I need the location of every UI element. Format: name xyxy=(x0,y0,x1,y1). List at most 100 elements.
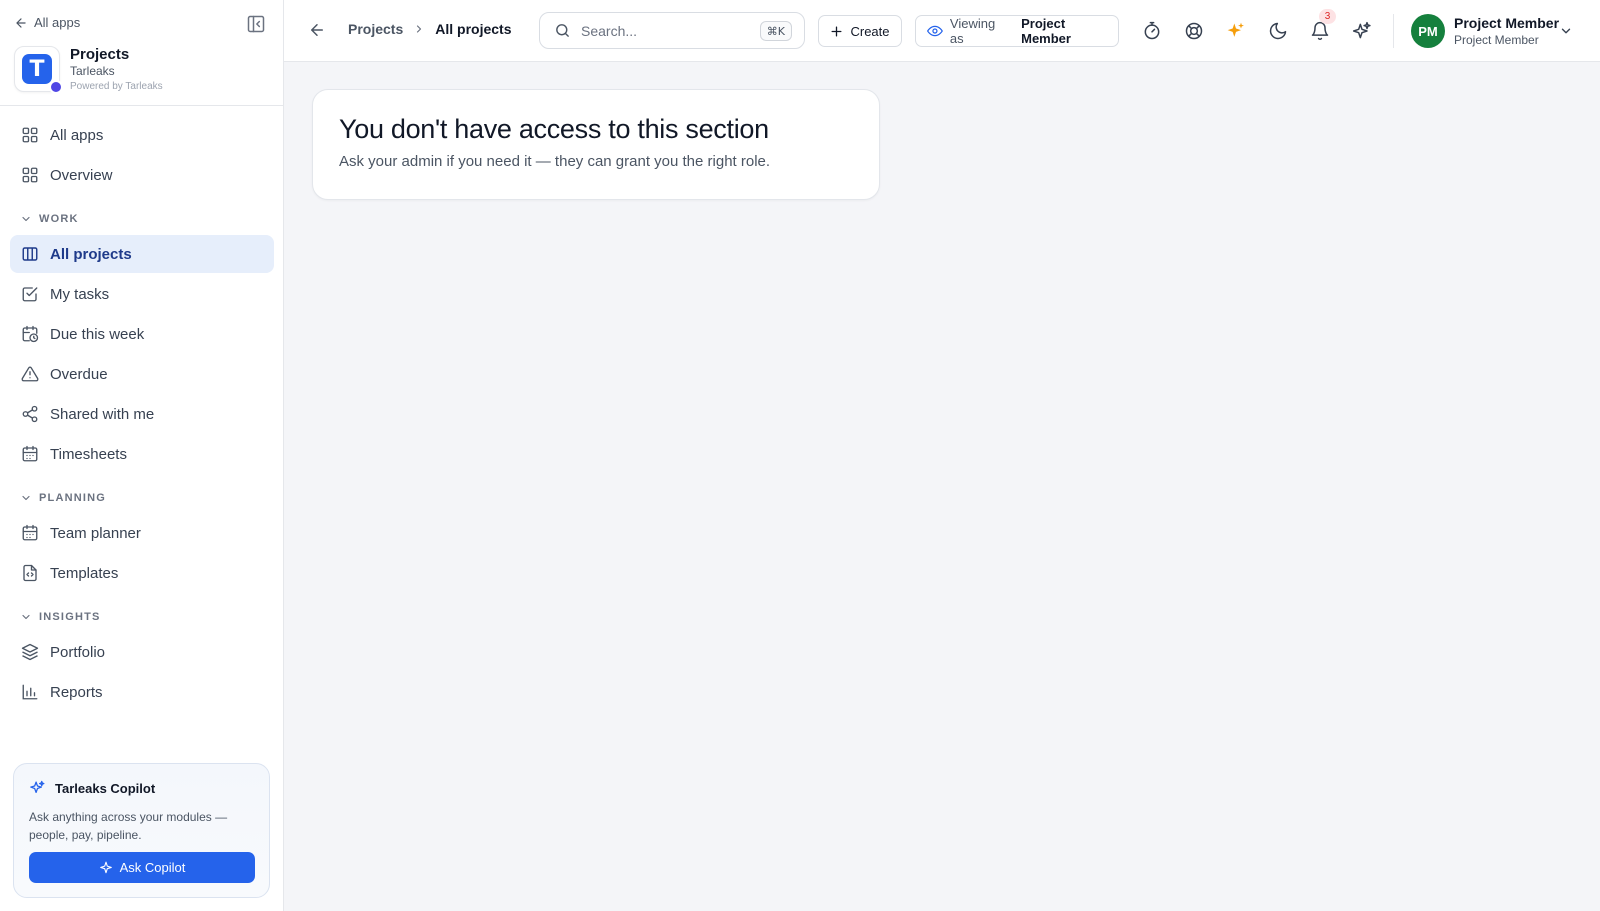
sparkles-icon xyxy=(1227,22,1244,37)
chevron-down-icon xyxy=(1561,28,1571,34)
help-button[interactable] xyxy=(1184,21,1204,41)
sidebar-item-overview[interactable]: Overview xyxy=(10,156,274,194)
sidebar-item-label: Portfolio xyxy=(50,643,106,661)
arrow-left-icon xyxy=(311,24,323,36)
app-logo-letter: T xyxy=(22,54,52,84)
sidebar-item-label: Templates xyxy=(50,564,119,582)
layers-icon xyxy=(21,643,39,661)
bell-icon xyxy=(1311,21,1329,41)
sidebar-item-all-apps[interactable]: All apps xyxy=(10,116,274,154)
sidebar-divider xyxy=(0,105,283,106)
section-title: WORK xyxy=(39,213,79,225)
calendar-clock-icon xyxy=(22,325,39,343)
ask-copilot-button[interactable]: Ask Copilot xyxy=(29,852,255,883)
stopwatch-icon xyxy=(1144,21,1160,40)
sidebar-item-label: Timesheets xyxy=(50,445,127,463)
grid-icon xyxy=(22,167,38,183)
arrow-left-icon xyxy=(16,17,26,28)
collapse-sidebar-button[interactable] xyxy=(246,14,266,34)
topbar-divider xyxy=(1393,14,1394,48)
file-code-icon xyxy=(23,564,37,582)
section-header-work[interactable]: WORK xyxy=(20,213,79,225)
sidebar-item-my-tasks[interactable]: My tasks xyxy=(10,275,274,313)
user-name[interactable]: Project Member xyxy=(1454,15,1559,32)
app-title: Projects xyxy=(70,46,130,63)
search-box[interactable]: ⌘K xyxy=(539,12,805,49)
breadcrumb: Projects All projects xyxy=(348,21,512,37)
plus-icon xyxy=(832,26,842,36)
search-icon xyxy=(556,24,569,37)
create-label: Create xyxy=(850,23,890,39)
sidebar-collapse-icon xyxy=(247,15,265,33)
page-subtitle: Ask your admin if you need it — they can… xyxy=(339,153,771,170)
dark-mode-toggle[interactable] xyxy=(1268,21,1288,41)
chevron-down-icon xyxy=(22,216,30,222)
sidebar-item-label: Reports xyxy=(50,683,103,701)
notification-count-badge: 3 xyxy=(1319,9,1336,24)
sidebar-item-label: All apps xyxy=(50,126,104,144)
chevron-down-icon xyxy=(22,495,30,501)
user-role: Project Member xyxy=(1454,33,1539,47)
app-logo: T xyxy=(14,46,63,94)
sidebar-item-team-planner[interactable]: Team planner xyxy=(10,514,274,552)
section-header-planning[interactable]: PLANNING xyxy=(20,492,106,504)
back-to-all-apps-label: All apps xyxy=(34,15,81,30)
copilot-description: Ask anything across your modules — peopl… xyxy=(29,810,228,842)
ai-sparkle-button[interactable] xyxy=(1226,21,1246,41)
sidebar-item-label: Due this week xyxy=(50,325,145,343)
section-title: PLANNING xyxy=(39,492,107,504)
lifebuoy-icon xyxy=(1185,22,1203,40)
sparkles-icon xyxy=(30,780,45,794)
sidebar-item-label: Overdue xyxy=(50,365,108,383)
topbar: Projects All projects ⌘K Create Viewing … xyxy=(284,0,1600,62)
create-button[interactable]: Create xyxy=(818,15,902,47)
notifications-button[interactable] xyxy=(1310,21,1330,41)
search-input[interactable] xyxy=(581,22,751,39)
avatar[interactable]: PM xyxy=(1411,14,1445,48)
grid-icon xyxy=(22,127,38,143)
sidebar-item-reports[interactable]: Reports xyxy=(10,673,274,711)
sidebar-item-label: Team planner xyxy=(50,524,141,542)
app-brand: T Projects Tarleaks Powered by Tarleaks xyxy=(14,46,163,94)
breadcrumb-current: All projects xyxy=(435,21,512,37)
sidebar-item-portfolio[interactable]: Portfolio xyxy=(10,633,274,671)
back-to-all-apps-link[interactable]: All apps xyxy=(14,15,80,30)
sidebar-item-label: Overview xyxy=(50,166,113,184)
viewing-as-prefix: Viewing as xyxy=(949,16,996,46)
app-logo-badge xyxy=(49,80,63,94)
back-button[interactable] xyxy=(308,21,326,39)
checkbox-icon xyxy=(22,287,38,302)
powered-by: Powered by Tarleaks xyxy=(70,81,163,92)
moon-icon xyxy=(1269,22,1287,40)
page-title: You don't have access to this section xyxy=(339,114,769,144)
sidebar-item-due-this-week[interactable]: Due this week xyxy=(10,315,274,353)
sidebar-item-label: All projects xyxy=(50,245,132,263)
breadcrumb-projects[interactable]: Projects xyxy=(348,21,403,37)
user-menu-button[interactable] xyxy=(1559,24,1573,38)
org-name: Tarleaks xyxy=(70,64,115,78)
chevron-right-icon xyxy=(417,25,422,33)
no-access-card: You don't have access to this section As… xyxy=(312,89,880,200)
sidebar-item-overdue[interactable]: Overdue xyxy=(10,355,274,393)
copilot-card: Tarleaks Copilot Ask anything across you… xyxy=(13,763,270,898)
sidebar-item-label: My tasks xyxy=(50,285,110,303)
briefcase-icon xyxy=(22,247,38,261)
sparkles-icon xyxy=(1352,21,1371,39)
eye-icon xyxy=(927,25,943,37)
calendar-icon xyxy=(22,524,38,541)
sidebar-item-all-projects[interactable]: All projects xyxy=(10,235,274,273)
share-icon xyxy=(22,405,38,423)
section-title: INSIGHTS xyxy=(39,611,101,623)
copilot-button[interactable] xyxy=(1352,21,1372,41)
sidebar-item-templates[interactable]: Templates xyxy=(10,554,274,592)
calendar-icon xyxy=(22,445,38,462)
warning-icon xyxy=(21,366,39,382)
sidebar-item-shared-with-me[interactable]: Shared with me xyxy=(10,395,274,433)
viewing-as-button[interactable]: Viewing as Project Member xyxy=(915,15,1119,47)
timer-button[interactable] xyxy=(1142,21,1162,41)
sidebar: All apps T Projects Tarleaks Powered by … xyxy=(0,0,284,911)
sidebar-item-timesheets[interactable]: Timesheets xyxy=(10,435,274,473)
section-header-insights[interactable]: INSIGHTS xyxy=(20,611,101,623)
ask-copilot-label: Ask Copilot xyxy=(119,860,186,875)
sidebar-item-label: Shared with me xyxy=(50,405,155,423)
